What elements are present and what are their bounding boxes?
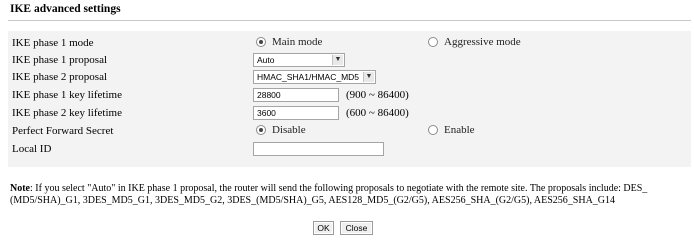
ok-button[interactable]: OK xyxy=(313,221,334,235)
close-button[interactable]: Close xyxy=(340,221,373,235)
main-mode-option[interactable]: Main mode xyxy=(256,36,322,48)
section-title: IKE advanced settings xyxy=(10,3,121,15)
phase2-lifetime-range: (600 ~ 86400) xyxy=(346,107,409,119)
title-divider xyxy=(8,20,691,21)
main-mode-label: Main mode xyxy=(272,36,323,48)
phase2-proposal-label: IKE phase 2 proposal xyxy=(12,71,108,83)
note-text-1: : If you select "Auto" in IKE phase 1 pr… xyxy=(30,183,648,194)
ike-settings-panel: IKE phase 1 mode Main mode Aggressive mo… xyxy=(8,31,691,167)
note-label: Note xyxy=(10,183,30,194)
aggressive-mode-option[interactable]: Aggressive mode xyxy=(428,36,521,48)
local-id-input[interactable] xyxy=(253,142,384,156)
phase1-lifetime-row: IKE phase 1 key lifetime 28800 (900 ~ 86… xyxy=(8,87,691,104)
note-line-1: Note: If you select "Auto" in IKE phase … xyxy=(10,183,690,195)
phase1-lifetime-label: IKE phase 1 key lifetime xyxy=(12,89,122,101)
phase1-lifetime-input[interactable]: 28800 xyxy=(253,88,339,102)
phase2-lifetime-row: IKE phase 2 key lifetime 3600 (600 ~ 864… xyxy=(8,105,691,122)
phase2-proposal-row: IKE phase 2 proposal HMAC_SHA1/HMAC_MD5 … xyxy=(8,69,691,86)
aggressive-mode-radio[interactable] xyxy=(428,37,438,47)
phase1-proposal-label: IKE phase 1 proposal xyxy=(12,54,108,66)
proposal-note: Note: If you select "Auto" in IKE phase … xyxy=(10,183,690,207)
chevron-down-icon[interactable]: ▼ xyxy=(332,55,343,65)
pfs-enable-radio[interactable] xyxy=(428,125,438,135)
phase1-mode-row: IKE phase 1 mode Main mode Aggressive mo… xyxy=(8,35,691,52)
chevron-down-icon[interactable]: ▼ xyxy=(363,72,374,82)
phase2-proposal-value: HMAC_SHA1/HMAC_MD5 xyxy=(257,72,360,82)
pfs-disable-radio[interactable] xyxy=(256,125,266,135)
phase1-proposal-value: Auto xyxy=(257,55,275,65)
phase1-lifetime-range: (900 ~ 86400) xyxy=(346,89,409,101)
pfs-enable-label: Enable xyxy=(444,124,475,136)
phase2-lifetime-input[interactable]: 3600 xyxy=(253,106,339,120)
aggressive-mode-label: Aggressive mode xyxy=(444,36,521,48)
note-text-2: (MD5/SHA)_G1, 3DES_MD5_G1, 3DES_MD5_G2, … xyxy=(10,195,616,206)
phase2-proposal-select[interactable]: HMAC_SHA1/HMAC_MD5 ▼ xyxy=(253,70,376,84)
pfs-disable-option[interactable]: Disable xyxy=(256,124,306,136)
phase2-lifetime-label: IKE phase 2 key lifetime xyxy=(12,107,122,119)
pfs-disable-label: Disable xyxy=(272,124,306,136)
phase1-proposal-select[interactable]: Auto ▼ xyxy=(253,53,345,67)
local-id-row: Local ID xyxy=(8,141,691,158)
phase1-mode-label: IKE phase 1 mode xyxy=(12,37,94,49)
local-id-label: Local ID xyxy=(12,143,52,155)
phase1-proposal-row: IKE phase 1 proposal Auto ▼ xyxy=(8,52,691,69)
pfs-label: Perfect Forward Secret xyxy=(12,125,114,137)
pfs-row: Perfect Forward Secret Disable Enable xyxy=(8,123,691,140)
main-mode-radio[interactable] xyxy=(256,37,266,47)
pfs-enable-option[interactable]: Enable xyxy=(428,124,475,136)
